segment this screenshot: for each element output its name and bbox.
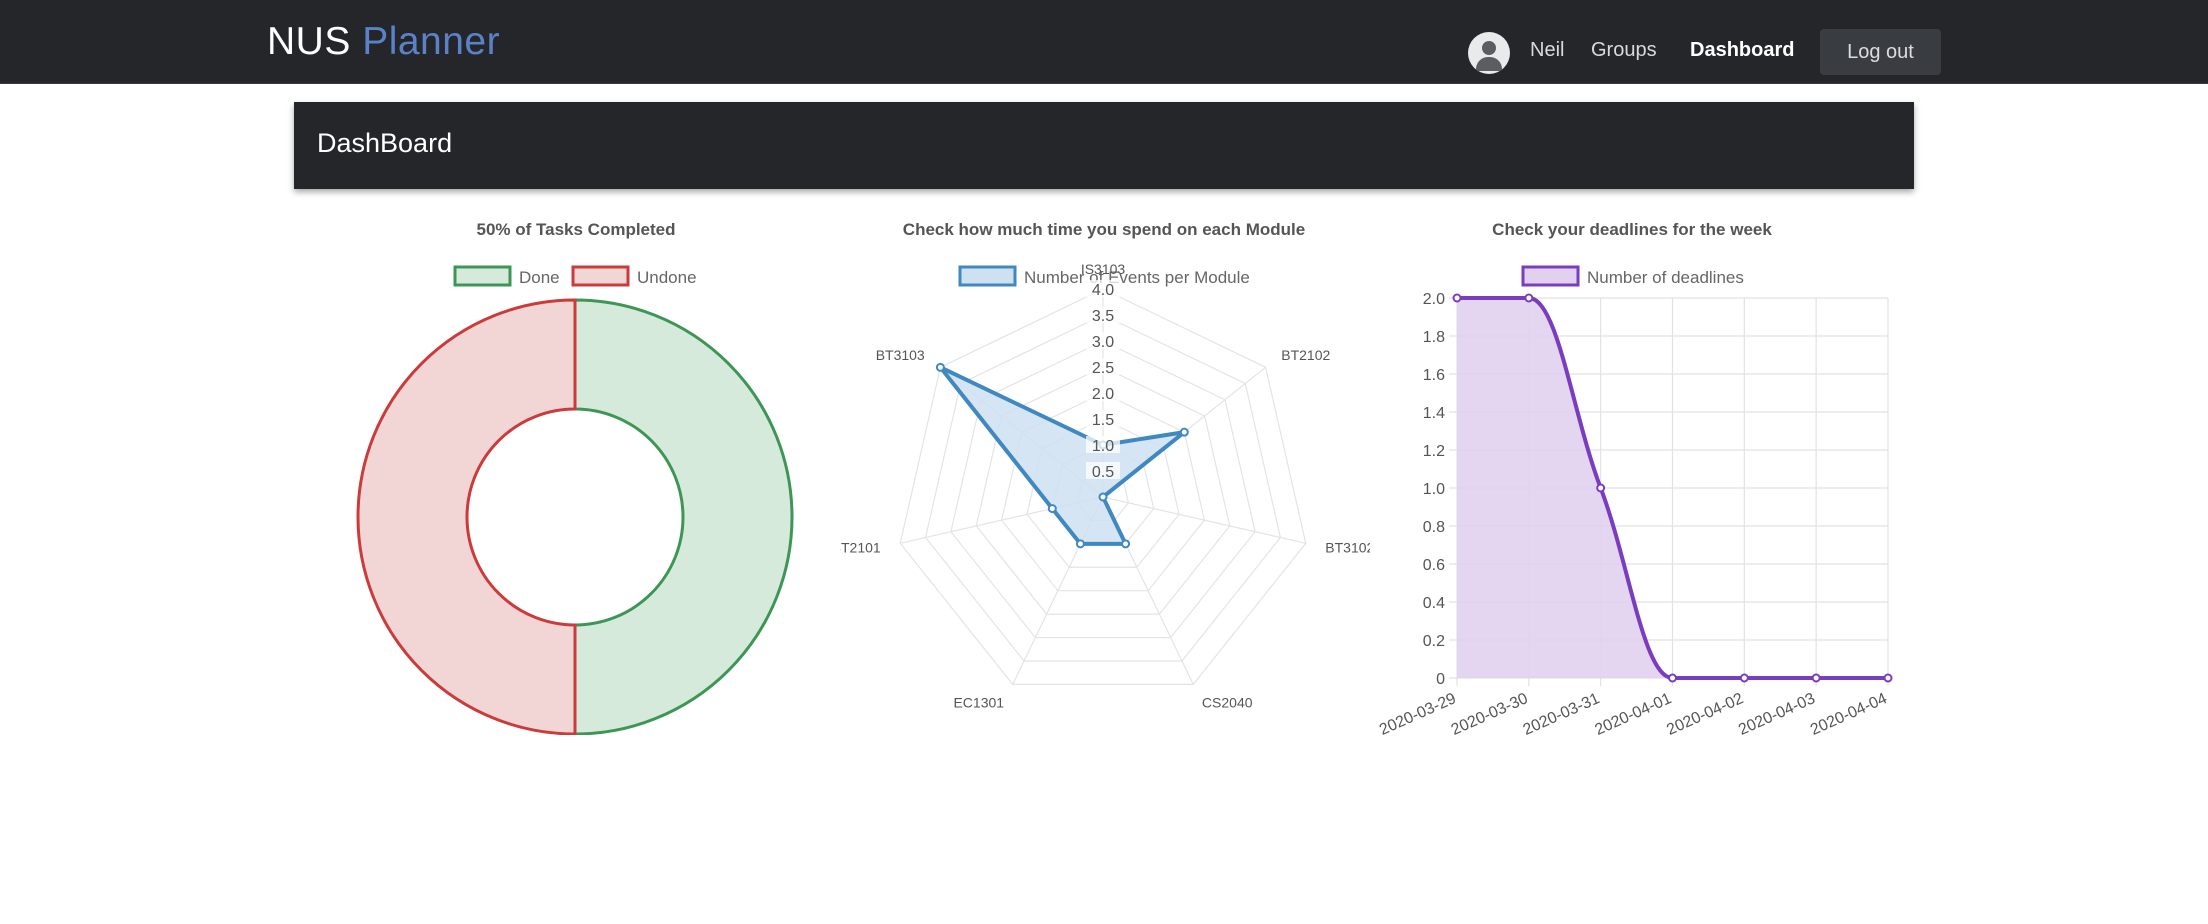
- radar-category-label: BT2102: [1281, 347, 1330, 363]
- deadlines-ytick-label: 0.2: [1423, 633, 1445, 650]
- deadlines-point-2020-03-29: [1452, 293, 1462, 303]
- deadlines-ytick-label: 0: [1436, 671, 1445, 688]
- radar-tick-label: 3.0: [1092, 334, 1114, 351]
- deadlines-point-2020-04-04: [1883, 673, 1893, 683]
- brand-logo[interactable]: NUS Planner: [267, 20, 500, 64]
- deadlines-legend: Number of deadlines: [1521, 265, 1744, 287]
- legend-done-swatch[interactable]: [453, 265, 512, 287]
- donut-slice-undone: [356, 298, 577, 735]
- deadlines-ytick-label: 0.6: [1423, 557, 1445, 574]
- deadlines-chart-title: Check your deadlines for the week: [1492, 220, 1772, 239]
- deadlines-xtick-label: 2020-04-03: [1736, 690, 1818, 739]
- deadlines-chart: Number of deadlines 0 0.2 0.4 0.6 0.8 1.0 1.2 1…: [1377, 265, 1893, 739]
- radar-data: [935, 362, 1189, 549]
- deadlines-ytick-label: 1.4: [1423, 405, 1445, 422]
- donut-chart: Done Undone: [356, 265, 794, 735]
- radar-series-area: [938, 365, 1187, 546]
- nav-link-groups[interactable]: Groups: [1591, 39, 1657, 62]
- deadlines-point-2020-04-02: [1739, 673, 1749, 683]
- page-title: DashBoard: [317, 128, 453, 158]
- deadlines-xtick-label: 2020-04-02: [1664, 690, 1746, 739]
- legend-undone-swatch[interactable]: [571, 265, 630, 287]
- deadlines-point-2020-04-01: [1668, 673, 1677, 683]
- deadlines-xtick-label: 2020-04-04: [1808, 690, 1890, 739]
- radar-tick-label: 2.5: [1092, 360, 1114, 377]
- radar-category-label: BT2101: [840, 540, 881, 556]
- donut-slices: [356, 298, 794, 735]
- radar-tick-label: 3.5: [1092, 308, 1114, 325]
- donut-chart-title: 50% of Tasks Completed: [476, 220, 676, 239]
- radar-tick-label: 1.0: [1092, 438, 1114, 455]
- radar-tick-label: 2.0: [1092, 386, 1114, 403]
- radar-point-bt2102: [1179, 427, 1189, 437]
- radar-point-ec1301: [1075, 539, 1085, 549]
- donut-slice-done: [573, 298, 794, 735]
- legend-done-label[interactable]: Done: [519, 268, 560, 287]
- deadlines-ytick-label: 0.4: [1423, 595, 1445, 612]
- deadlines-ytick-label: 2.0: [1423, 291, 1445, 308]
- radar-grid-spoke: [1102, 496, 1306, 544]
- brand-accent: Planner: [362, 20, 501, 63]
- radar-category-label: BT3103: [876, 347, 925, 363]
- radar-category-label: IS3103: [1081, 261, 1126, 277]
- deadlines-xtick-label: 2020-03-31: [1521, 690, 1603, 739]
- radar-tick-label: 1.5: [1092, 412, 1114, 429]
- radar-chart: Number of Events per Module 0.5 1.0 1.5 2.0…: [840, 261, 1370, 710]
- deadlines-point-2020-03-31: [1596, 483, 1606, 493]
- deadlines-ytick-label: 1.8: [1423, 329, 1445, 346]
- deadlines-point-2020-03-30: [1524, 293, 1534, 303]
- logout-button[interactable]: Log out: [1820, 29, 1941, 75]
- avatar-head-shape: [1482, 41, 1496, 55]
- radar-category-label: CS2040: [1202, 694, 1253, 710]
- top-navbar: NUS Planner Neil Groups Dashboard Log ou…: [0, 0, 2208, 84]
- deadlines-xtick-label: 2020-03-30: [1449, 690, 1531, 739]
- radar-tick-label: 4.0: [1092, 282, 1114, 299]
- radar-point-bt3102: [1098, 492, 1108, 502]
- deadlines-ytick-label: 1.2: [1423, 443, 1445, 460]
- legend-deadlines-swatch[interactable]: [1521, 265, 1580, 287]
- nav-link-dashboard[interactable]: Dashboard: [1690, 39, 1794, 62]
- deadlines-ytick-label: 1.0: [1423, 481, 1445, 498]
- avatar-body-shape: [1476, 57, 1502, 71]
- deadlines-ytick-label: 0.8: [1423, 519, 1445, 536]
- radar-chart-title: Check how much time you spend on each Mo…: [902, 220, 1306, 239]
- legend-events-label[interactable]: Number of Events per Module: [1024, 268, 1250, 287]
- radar-category-label: EC1301: [953, 694, 1004, 710]
- legend-events-swatch[interactable]: [958, 265, 1017, 287]
- brand-main: NUS: [267, 20, 351, 63]
- radar-point-bt2101: [1047, 504, 1057, 514]
- radar-tick-label: 0.5: [1092, 464, 1114, 481]
- nav-user-name[interactable]: Neil: [1530, 39, 1564, 62]
- deadlines-xtick-label: 2020-03-29: [1377, 690, 1459, 739]
- radar-point-cs2040: [1121, 539, 1131, 549]
- donut-legend: Done Undone: [453, 265, 697, 287]
- deadlines-ytick-label: 1.6: [1423, 367, 1445, 384]
- deadlines-xtick-label: 2020-04-01: [1592, 690, 1674, 739]
- deadlines-point-2020-04-03: [1811, 673, 1821, 683]
- avatar[interactable]: [1468, 32, 1510, 74]
- legend-deadlines-label[interactable]: Number of deadlines: [1587, 268, 1744, 287]
- legend-undone-label[interactable]: Undone: [637, 268, 697, 287]
- radar-point-bt3103: [935, 362, 945, 372]
- dashboard-header: DashBoard: [294, 102, 1914, 189]
